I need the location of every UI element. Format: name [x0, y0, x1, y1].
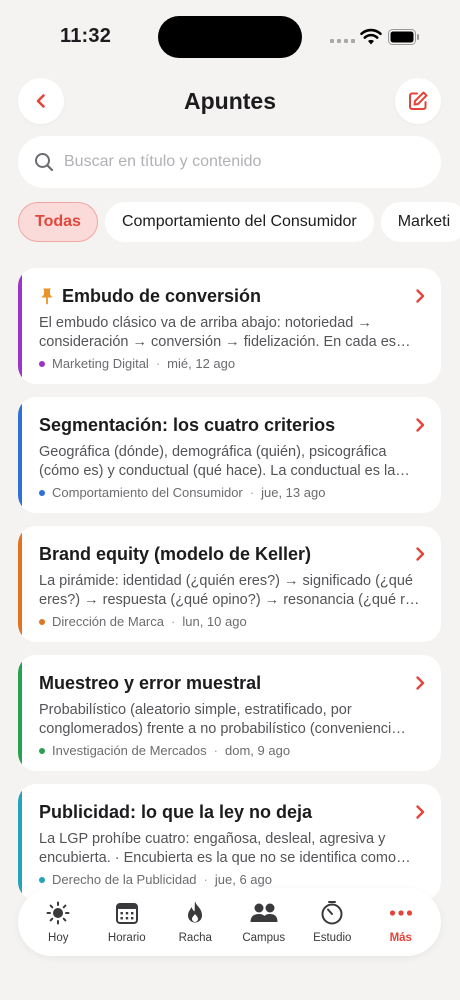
note-meta: Derecho de la Publicidad · jue, 6 ago: [39, 872, 423, 887]
subject-color-stripe: [18, 784, 22, 900]
chip-todas[interactable]: Todas: [18, 202, 98, 242]
tab-horario[interactable]: Horario: [94, 900, 160, 944]
subject-dot: [39, 876, 45, 883]
tab-racha[interactable]: Racha: [162, 900, 228, 944]
chevron-right-icon: [416, 547, 425, 561]
meta-separator: ·: [171, 614, 176, 629]
subject-color-stripe: [18, 526, 22, 642]
tab-label: Más: [389, 932, 412, 944]
note-date: dom, 9 ago: [225, 743, 291, 758]
chevron-right-icon: [416, 289, 425, 303]
note-meta: Comportamiento del Consumidor · jue, 13 …: [39, 485, 423, 500]
chevron-right-icon: [416, 676, 425, 690]
dynamic-island: [158, 16, 302, 58]
subject-color-stripe: [18, 655, 22, 771]
note-meta: Investigación de Mercados · dom, 9 ago: [39, 743, 423, 758]
pin-icon: [41, 288, 53, 305]
people-icon: [250, 903, 278, 922]
subject-dot: [39, 489, 45, 496]
subject-dot: [39, 360, 45, 367]
chevron-right-icon: [416, 418, 425, 432]
note-subject: Derecho de la Publicidad: [52, 872, 197, 887]
meta-separator: ·: [203, 872, 208, 887]
note-preview: Probabilístico (aleatorio simple, estrat…: [39, 702, 406, 737]
tab-campus[interactable]: Campus: [231, 900, 297, 944]
note-title: Muestreo y error muestral: [39, 672, 262, 693]
subject-dot: [39, 747, 45, 754]
note-card[interactable]: Muestreo y error muestral Probabilístico…: [18, 655, 441, 771]
note-title: Brand equity (modelo de Keller): [39, 543, 312, 564]
more-icon: [389, 910, 412, 916]
note-date: mié, 12 ago: [167, 356, 236, 371]
page-title: Apuntes: [184, 88, 276, 114]
tab-label: Horario: [107, 932, 146, 944]
subject-color-stripe: [18, 268, 22, 384]
note-preview: La pirámide: identidad (¿quién eres?) → …: [39, 573, 420, 608]
search-bar[interactable]: [18, 136, 441, 188]
note-meta: Dirección de Marca · lun, 10 ago: [39, 614, 423, 629]
note-subject: Comportamiento del Consumidor: [52, 485, 243, 500]
chevron-right-icon: [416, 805, 425, 819]
tab-label: Estudio: [313, 932, 352, 944]
chip-marketing[interactable]: Marketi: [380, 202, 460, 242]
note-card[interactable]: Publicidad: lo que la ley no deja La LGP…: [18, 784, 441, 900]
note-meta: Marketing Digital · mié, 12 ago: [39, 356, 423, 371]
note-title: Segmentación: los cuatro criterios: [39, 414, 336, 435]
compose-icon: [409, 91, 428, 110]
notes-list: Embudo de conversión El embudo clásico v…: [18, 268, 441, 913]
note-title: Embudo de conversión: [62, 285, 262, 306]
tab-label: Campus: [242, 932, 286, 944]
cellular-signal-icon: [330, 39, 355, 43]
note-preview: La LGP prohíbe cuatro: engañosa, desleal…: [39, 831, 411, 866]
tab-mas[interactable]: Más: [368, 900, 434, 944]
status-time: 11:32: [60, 25, 112, 47]
flame-icon: [188, 901, 203, 923]
timer-icon: [321, 901, 343, 925]
new-note-button[interactable]: [395, 78, 441, 124]
note-card[interactable]: Embudo de conversión El embudo clásico v…: [18, 268, 441, 384]
note-date: jue, 13 ago: [261, 485, 326, 500]
tab-bar: Hoy Horario Racha Campus Estudio Más: [18, 888, 441, 956]
tab-hoy[interactable]: Hoy: [25, 900, 91, 944]
tab-label: Racha: [178, 932, 212, 944]
subject-dot: [39, 618, 45, 625]
status-bar: 11:32: [0, 0, 460, 76]
tab-label: Hoy: [48, 932, 69, 944]
note-subject: Dirección de Marca: [52, 614, 164, 629]
sun-icon: [46, 901, 70, 925]
note-date: lun, 10 ago: [182, 614, 247, 629]
note-subject: Marketing Digital: [52, 356, 149, 371]
subject-filter-chips: Todas Comportamiento del Consumidor Market…: [18, 202, 460, 244]
search-icon: [35, 153, 54, 172]
chip-comportamiento-del-consumidor[interactable]: Comportamiento del Consumidor: [104, 202, 374, 242]
note-subject: Investigación de Mercados: [52, 743, 207, 758]
meta-separator: ·: [249, 485, 255, 500]
meta-separator: ·: [213, 743, 218, 758]
note-card[interactable]: Segmentación: los cuatro criterios Geogr…: [18, 397, 441, 513]
calendar-icon: [115, 903, 138, 924]
note-title: Publicidad: lo que la ley no deja: [39, 801, 313, 822]
note-preview: Geográfica (dónde), demográfica (quién),…: [39, 444, 410, 479]
battery-icon: [388, 29, 419, 45]
note-date: jue, 6 ago: [214, 872, 272, 887]
wifi-icon: [360, 28, 382, 45]
note-preview: El embudo clásico va de arriba abajo: no…: [39, 315, 411, 350]
note-card[interactable]: Brand equity (modelo de Keller) La pirám…: [18, 526, 441, 642]
meta-separator: ·: [155, 356, 161, 371]
tab-estudio[interactable]: Estudio: [299, 900, 365, 944]
header: Apuntes: [0, 78, 460, 128]
search-input[interactable]: [64, 153, 404, 171]
subject-color-stripe: [18, 397, 22, 513]
